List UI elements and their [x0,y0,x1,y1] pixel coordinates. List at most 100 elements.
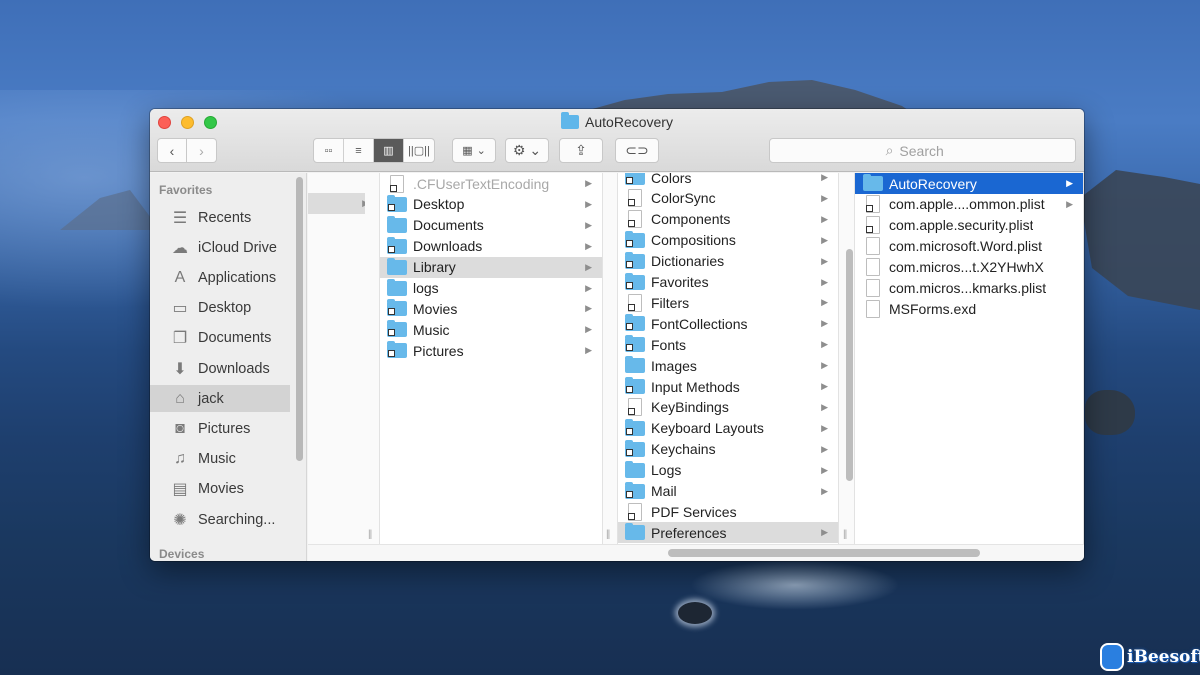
list-item[interactable]: FontCollections ▶ [618,313,838,334]
list-item[interactable]: Pictures ▶ [380,340,602,361]
folder-alias-icon [625,418,645,436]
list-item[interactable]: PDF Services [618,501,838,522]
grid-icon: ▦ [462,145,473,157]
item-name: Images [651,357,697,374]
column-resize-handle[interactable]: || [843,529,847,540]
list-item[interactable]: Dictionaries ▶ [618,251,838,272]
item-name: .CFUserTextEncoding [413,175,550,192]
list-item[interactable]: Compositions ▶ [618,230,838,251]
share-button[interactable]: ⇪ [559,138,603,163]
column-resize-handle[interactable]: || [368,529,372,540]
list-item[interactable]: AutoRecovery ▶ [855,173,1083,194]
forward-button[interactable]: › [187,138,217,163]
list-item[interactable]: com.microsoft.Word.plist [855,236,1083,257]
chevron-down-icon: ⌄ [476,145,486,157]
sidebar-item-searching[interactable]: ✺ Searching... [150,506,290,533]
gear-icon: ⚙ [512,142,526,158]
disclosure-arrow-icon: ▶ [585,303,592,314]
library-column-scrollbar[interactable] [846,249,853,481]
sidebar-item-icloud-drive[interactable]: ☁ iCloud Drive [150,234,290,261]
list-item[interactable]: Components ▶ [618,209,838,230]
disclosure-arrow-icon: ▶ [585,240,592,251]
disclosure-arrow-icon: ▶ [821,276,828,287]
recents-icon: ☰ [172,209,188,227]
sidebar-item-music[interactable]: ♫ Music [150,446,290,473]
item-name: ColorSync [651,190,716,207]
list-item[interactable]: Images ▶ [618,355,838,376]
sidebar-item-label: Applications [198,269,277,286]
list-view-button[interactable]: ≡ [344,139,374,162]
column-resize-handle[interactable]: || [606,529,610,540]
item-name: Compositions [651,232,736,249]
list-item[interactable]: Mail ▶ [618,481,838,502]
list-item[interactable]: Logs ▶ [618,460,838,481]
column-gutter [603,173,618,544]
horizontal-scrollbar[interactable] [668,549,980,557]
search-icon: ⌕ [885,142,894,158]
sidebar-item-pictures[interactable]: ◙ Pictures [150,415,290,442]
back-button[interactable]: ‹ [157,138,187,163]
desktop-icon: ▭ [172,300,188,318]
sidebar-item-jack[interactable]: ⌂ jack [150,385,290,413]
list-item[interactable]: Music ▶ [380,319,602,340]
column-view-button[interactable]: ▥ [374,139,404,162]
list-item[interactable]: com.apple.security.plist [855,215,1083,236]
tag-icon: ⊂⊃ [625,142,649,158]
ibeesoft-logo-icon [1100,643,1124,671]
list-item[interactable]: Desktop ▶ [380,194,602,215]
list-item[interactable]: com.apple....ommon.plist ▶ [855,194,1083,215]
sidebar-item-downloads[interactable]: ⬇ Downloads [150,355,290,382]
list-item[interactable]: Input Methods ▶ [618,376,838,397]
sidebar-item-documents[interactable]: ❐ Documents [150,325,290,352]
column-gutter [365,173,380,544]
disclosure-arrow-icon: ▶ [821,422,828,433]
list-item[interactable]: .CFUserTextEncoding ▶ [380,173,602,194]
sidebar-scrollbar[interactable] [296,177,303,461]
list-item[interactable]: Downloads ▶ [380,236,602,257]
disclosure-arrow-icon: ▶ [821,464,828,475]
list-item[interactable]: logs ▶ [380,278,602,299]
list-item[interactable]: Library ▶ [380,256,602,278]
list-item[interactable]: com.micros...t.X2YHwhX [855,257,1083,278]
sidebar: Favorites ☰ Recents ☁ iCloud Drive A Applicat… [150,173,307,561]
sidebar-item-label: Recents [198,209,252,226]
tags-button[interactable]: ⊂⊃ [615,138,659,163]
icon-view-button[interactable]: ▫▫ [314,139,344,162]
document-icon [866,258,880,277]
search-input[interactable] [899,142,960,159]
sidebar-item-label: jack [198,390,224,407]
finder-window: AutoRecovery ‹ › ▫▫ ≡ ▥ ||▢|| ▦ ⌄ ⚙ ⌄ ⇪ … [150,109,1084,561]
item-name: Mail [651,483,677,499]
list-item[interactable]: Favorites ▶ [618,272,838,293]
list-item[interactable]: Fonts ▶ [618,334,838,355]
disclosure-arrow-icon: ▶ [821,360,828,371]
disclosure-arrow-icon: ▶ [585,261,592,272]
gallery-view-button[interactable]: ||▢|| [404,139,434,162]
disclosure-arrow-icon: ▶ [585,178,592,188]
sidebar-item-label: Downloads [198,360,270,377]
watermark: iBeesoft [1100,643,1200,671]
list-item[interactable]: Preferences ▶ [618,522,838,544]
list-item[interactable]: com.micros...kmarks.plist [855,278,1083,299]
sidebar-item-movies[interactable]: ▤ Movies [150,476,290,503]
search-field[interactable]: ⌕ [769,138,1076,163]
list-item[interactable]: KeyBindings ▶ [618,397,838,418]
share-icon: ⇪ [575,142,587,158]
list-item[interactable]: Keyboard Layouts ▶ [618,418,838,439]
item-name: Fonts [651,336,687,353]
folder-icon [625,523,645,541]
list-item[interactable]: Documents ▶ [380,215,602,236]
list-item[interactable]: Filters ▶ [618,292,838,313]
sidebar-item-desktop[interactable]: ▭ Desktop [150,295,290,322]
document-icon [866,299,880,318]
column-preferences: AutoRecovery ▶ com.apple....ommon.plist ▶ co… [855,173,1084,544]
list-item[interactable]: Movies ▶ [380,298,602,319]
sidebar-item-applications[interactable]: A Applications [150,264,290,291]
list-item[interactable]: Keychains ▶ [618,439,838,460]
arrange-button[interactable]: ▦ ⌄ [452,138,496,163]
action-button[interactable]: ⚙ ⌄ [505,138,549,163]
list-item[interactable]: Colors ▶ [618,173,838,188]
sidebar-item-recents[interactable]: ☰ Recents [150,204,290,231]
list-item[interactable]: ColorSync ▶ [618,188,838,209]
list-item[interactable]: MSForms.exd [855,298,1083,319]
